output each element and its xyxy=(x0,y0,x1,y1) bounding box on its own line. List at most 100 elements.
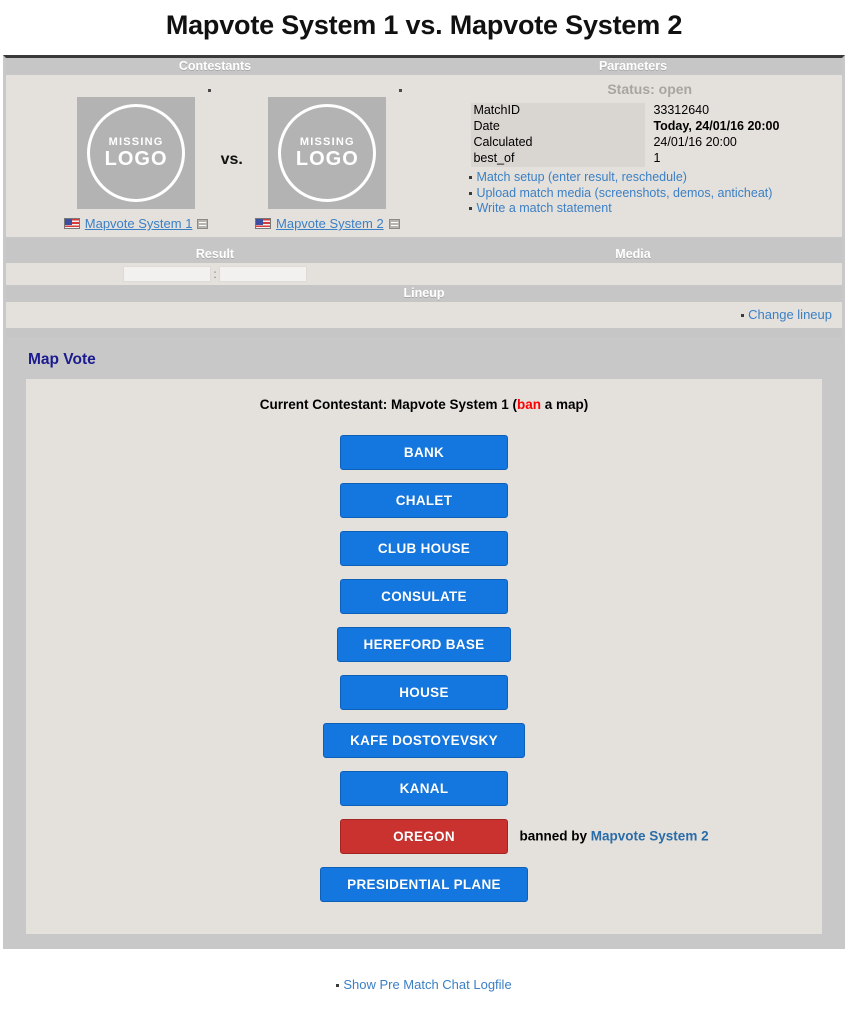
list-item: BANK xyxy=(26,428,822,476)
missing-logo-icon: MISSING LOGO xyxy=(278,104,377,202)
contestants-panel: MISSING LOGO Mapvote System 1 vs. MISSIN… xyxy=(6,75,458,237)
map-button-bank[interactable]: BANK xyxy=(340,434,508,470)
logo-marker-dot xyxy=(245,89,410,97)
param-key-matchid: MatchID xyxy=(471,103,646,119)
map-button-chalet[interactable]: CHALET xyxy=(340,482,508,518)
param-value-calculated: 24/01/16 20:00 xyxy=(653,135,737,149)
contestant-right: MISSING LOGO Mapvote System 2 xyxy=(245,89,410,231)
mapvote-section-title: Map Vote xyxy=(28,351,96,368)
map-button-kafe-dostoyevsky[interactable]: KAFE DOSTOYEVSKY xyxy=(323,722,525,758)
contestant-left-logo[interactable]: MISSING LOGO xyxy=(77,97,196,209)
missing-logo-line2: LOGO xyxy=(104,148,168,170)
list-item: PRESIDENTIAL PLANE xyxy=(26,860,822,908)
map-button-consulate[interactable]: CONSULATE xyxy=(340,578,508,614)
map-button-hereford-base[interactable]: HEREFORD BASE xyxy=(336,626,512,662)
bullet-icon xyxy=(469,191,473,195)
bullet-icon xyxy=(469,176,473,180)
banned-by-team: Mapvote System 2 xyxy=(590,828,709,844)
score-away-field[interactable] xyxy=(218,266,307,282)
bullet-icon xyxy=(336,984,340,988)
upload-media-link-row[interactable]: Upload match media (screenshots, demos, … xyxy=(469,186,834,202)
result-body-row: : xyxy=(6,263,842,285)
contestants-list: MISSING LOGO Mapvote System 1 vs. MISSIN… xyxy=(6,81,457,231)
missing-logo-line2: LOGO xyxy=(295,148,359,170)
map-button-club-house[interactable]: CLUB HOUSE xyxy=(340,530,508,566)
contestant-right-line: Mapvote System 2 xyxy=(255,216,400,231)
mapvote-section: Map Vote Current Contestant: Mapvote Sys… xyxy=(3,337,845,949)
missing-logo-line1: MISSING xyxy=(108,136,164,148)
map-button-oregon[interactable]: OREGON xyxy=(340,818,508,854)
logo-marker-dot xyxy=(54,89,219,97)
chat-log-link[interactable]: Show Pre Match Chat Logfile xyxy=(343,977,511,992)
map-button-cell: KANAL xyxy=(26,770,822,806)
param-key-date: Date xyxy=(471,119,646,135)
map-button-cell: HEREFORD BASE xyxy=(26,626,822,662)
missing-logo-line1: MISSING xyxy=(299,136,355,148)
match-statement-link[interactable]: Write a match statement xyxy=(476,201,611,215)
table-row: best_of 1 xyxy=(471,151,779,167)
list-item: OREGON banned by Mapvote System 2 xyxy=(26,812,822,860)
map-button-cell: CLUB HOUSE xyxy=(26,530,822,566)
match-statement-link-row[interactable]: Write a match statement xyxy=(469,201,834,217)
change-lineup-link-row[interactable]: Change lineup xyxy=(741,307,832,323)
ban-word: ban xyxy=(517,397,542,412)
map-list: BANK CHALET CLUB HOUSE CONSULATE HEREFOR… xyxy=(26,428,822,908)
list-item: CLUB HOUSE xyxy=(26,524,822,572)
param-value-date: Today, 24/01/16 20:00 xyxy=(653,119,780,133)
section-header-row: Contestants Parameters xyxy=(6,58,842,75)
media-header: Media xyxy=(424,246,842,263)
contestants-header: Contestants xyxy=(6,58,424,75)
mapvote-panel: Current Contestant: Mapvote System 1 (ba… xyxy=(26,379,822,934)
parameter-links: Match setup (enter result, reschedule) U… xyxy=(469,170,834,217)
list-item: CHALET xyxy=(26,476,822,524)
chat-log-link-row[interactable]: Show Pre Match Chat Logfile xyxy=(336,977,512,993)
score-separator: : xyxy=(213,267,217,281)
current-contestant-prefix: Current Contestant: Mapvote System 1 ( xyxy=(259,397,517,412)
score-home-field[interactable] xyxy=(123,266,212,282)
us-flag-icon xyxy=(63,218,80,229)
result-score-group: : xyxy=(6,266,424,282)
parameters-header: Parameters xyxy=(424,58,842,75)
profile-icon[interactable] xyxy=(388,218,400,229)
change-lineup-link[interactable]: Change lineup xyxy=(748,307,832,322)
contestant-right-logo[interactable]: MISSING LOGO xyxy=(268,97,387,209)
lineup-body: Change lineup xyxy=(6,302,842,328)
current-contestant-label: Current Contestant: Mapvote System 1 (ba… xyxy=(26,397,822,428)
parameters-table: MatchID 33312640 Date Today, 24/01/16 20… xyxy=(471,103,779,167)
vs-label: vs. xyxy=(220,151,243,168)
table-row: Calculated 24/01/16 20:00 xyxy=(471,135,779,151)
map-button-cell: HOUSE xyxy=(26,674,822,710)
table-row: Date Today, 24/01/16 20:00 xyxy=(471,119,779,135)
list-item: KANAL xyxy=(26,764,822,812)
map-button-kanal[interactable]: KANAL xyxy=(340,770,508,806)
param-key-calculated: Calculated xyxy=(471,135,646,151)
list-item: HEREFORD BASE xyxy=(26,620,822,668)
contestant-right-link[interactable]: Mapvote System 2 xyxy=(276,216,384,231)
map-button-presidential-plane[interactable]: PRESIDENTIAL PLANE xyxy=(320,866,528,902)
contestant-left-line: Mapvote System 1 xyxy=(63,216,209,231)
lineup-header: Lineup xyxy=(6,285,842,302)
match-setup-link[interactable]: Match setup (enter result, reschedule) xyxy=(476,170,687,184)
list-item: HOUSE xyxy=(26,668,822,716)
param-value-bestof: 1 xyxy=(653,151,661,165)
missing-logo-icon: MISSING LOGO xyxy=(87,104,186,202)
map-button-cell: BANK xyxy=(26,434,822,470)
profile-icon[interactable] xyxy=(197,218,209,229)
map-button-house[interactable]: HOUSE xyxy=(340,674,508,710)
page-title: Mapvote System 1 vs. Mapvote System 2 xyxy=(165,10,683,40)
footer: Show Pre Match Chat Logfile xyxy=(0,949,848,993)
upload-media-link[interactable]: Upload match media (screenshots, demos, … xyxy=(476,186,772,200)
banned-by-label: banned by xyxy=(519,828,591,844)
match-body-row: MISSING LOGO Mapvote System 1 vs. MISSIN… xyxy=(6,75,842,237)
match-setup-link-row[interactable]: Match setup (enter result, reschedule) xyxy=(469,170,834,186)
us-flag-icon xyxy=(255,218,272,229)
match-overview-table: Contestants Parameters MISSING LOGO Mapv… xyxy=(3,55,845,337)
list-item: KAFE DOSTOYEVSKY xyxy=(26,716,822,764)
map-button-cell: CONSULATE xyxy=(26,578,822,614)
bullet-icon xyxy=(741,314,745,318)
param-key-bestof: best_of xyxy=(471,151,646,167)
bullet-icon xyxy=(469,207,473,211)
contestant-left-link[interactable]: Mapvote System 1 xyxy=(85,216,193,231)
result-media-header-row: Result Media xyxy=(6,246,842,263)
table-row: MatchID 33312640 xyxy=(471,103,779,119)
